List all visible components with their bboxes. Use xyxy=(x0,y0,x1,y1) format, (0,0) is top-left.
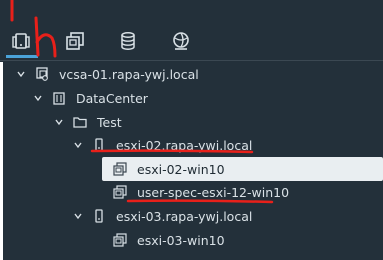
tree-node-datacenter[interactable]: DataCenter xyxy=(32,87,148,109)
tree-node-label: vcsa-01.rapa-ywj.local xyxy=(59,66,199,82)
vms-templates-icon xyxy=(66,32,84,50)
chevron-down-icon[interactable] xyxy=(53,116,65,128)
tree-node-vm-esxi-03-win10[interactable]: esxi-03-win10 xyxy=(113,229,225,251)
tree-node-vm-esxi-02-win10[interactable]: esxi-02-win10 xyxy=(113,158,225,180)
vcenter-icon xyxy=(35,67,49,81)
vm-icon xyxy=(113,233,127,247)
tree-node-label: esxi-03.rapa-ywj.local xyxy=(116,208,253,224)
tree-node-label: esxi-02-win10 xyxy=(137,161,225,177)
host-icon xyxy=(92,209,106,223)
tree-node-label: esxi-03-win10 xyxy=(137,232,225,248)
tree-node-label: esxi-02.rapa-ywj.local xyxy=(116,137,253,153)
tree-node-label: user-spec-esxi-12-win10 xyxy=(137,184,290,200)
storage-icon xyxy=(121,32,135,50)
tab-networking[interactable] xyxy=(168,28,194,54)
tab-storage[interactable] xyxy=(115,28,141,54)
active-tab-indicator xyxy=(6,55,38,58)
navigator-toolbar xyxy=(0,0,383,62)
tree-node-host-esxi-02[interactable]: esxi-02.rapa-ywj.local xyxy=(72,134,252,156)
tree-node-host-esxi-03[interactable]: esxi-03.rapa-ywj.local xyxy=(72,205,252,227)
tab-vms-templates[interactable] xyxy=(62,28,88,54)
tab-hosts-clusters[interactable] xyxy=(8,28,34,54)
vm-icon xyxy=(113,162,127,176)
tree-node-label: DataCenter xyxy=(76,90,148,106)
chevron-down-icon[interactable] xyxy=(32,92,44,104)
vm-icon xyxy=(113,185,127,199)
tree-node-vm-user-spec-esxi-12-win10[interactable]: user-spec-esxi-12-win10 xyxy=(113,181,289,203)
networking-icon xyxy=(173,32,189,50)
tree-node-folder-test[interactable]: Test xyxy=(53,111,122,133)
folder-icon xyxy=(73,115,87,129)
datacenter-icon xyxy=(52,91,66,105)
hosts-clusters-icon xyxy=(12,33,30,49)
chevron-down-icon[interactable] xyxy=(72,210,84,222)
tree-node-label: Test xyxy=(97,114,122,130)
chevron-down-icon[interactable] xyxy=(15,68,27,80)
chevron-down-icon[interactable] xyxy=(72,139,84,151)
host-icon xyxy=(92,138,106,152)
toolbar-divider xyxy=(0,60,383,61)
tree-node-vcenter[interactable]: vcsa-01.rapa-ywj.local xyxy=(15,63,199,85)
